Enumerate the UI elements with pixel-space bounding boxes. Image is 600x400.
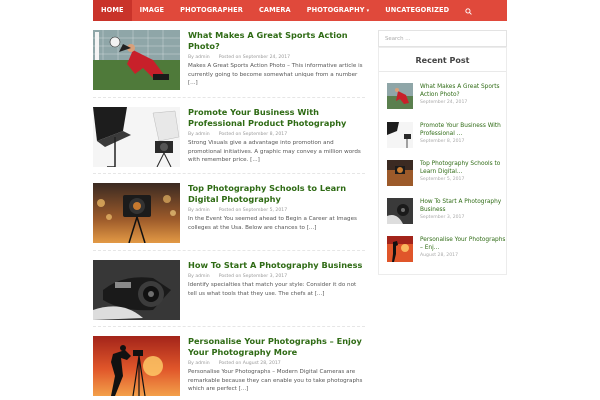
post-body: What Makes A Great Sports Action Photo? … — [188, 30, 366, 88]
search-icon — [465, 8, 472, 15]
post-meta: By admin Posted on September 3, 2017 — [188, 274, 366, 279]
nav-photography-label: PHOTOGRAPHY — [306, 6, 365, 14]
post-thumbnail[interactable] — [93, 336, 180, 396]
recent-post-date: September 3, 2017 — [420, 215, 465, 221]
nav-camera[interactable]: CAMERA — [251, 0, 299, 21]
recent-post-title[interactable]: How To Start A Photography Business — [420, 198, 506, 214]
recent-post-thumbnail[interactable] — [387, 83, 413, 109]
post-body: Personalise Your Photographs – Enjoy You… — [188, 336, 366, 394]
nav-uncategorized[interactable]: UNCATEGORIZED — [377, 0, 457, 21]
recent-post-title[interactable]: What Makes A Great Sports Action Photo? — [420, 83, 506, 99]
post-author[interactable]: By admin — [188, 274, 210, 279]
nav-photography[interactable]: PHOTOGRAPHY ▾ — [299, 0, 378, 21]
nav-search-button[interactable] — [457, 0, 480, 21]
post-body: Promote Your Business With Professional … — [188, 107, 366, 165]
recent-post-text: Top Photography Schools to Learn Digital… — [420, 160, 506, 182]
post-item: What Makes A Great Sports Action Photo? … — [93, 30, 365, 100]
post-excerpt: Makes A Great Sports Action Photo – This… — [188, 63, 363, 87]
post-thumbnail[interactable] — [93, 30, 180, 90]
recent-post-thumbnail[interactable] — [387, 198, 413, 224]
post-author[interactable]: By admin — [188, 55, 210, 60]
recent-post-title[interactable]: Promote Your Business With Professional … — [420, 122, 506, 138]
post-title[interactable]: Personalise Your Photographs – Enjoy You… — [188, 336, 366, 358]
recent-post-date: September 24, 2017 — [420, 100, 468, 106]
post-excerpt: Identify specialties that match your sty… — [188, 282, 357, 297]
recent-post-item: Personalise Your Photographs – Enj... Au… — [387, 236, 505, 264]
post-title[interactable]: Promote Your Business With Professional … — [188, 107, 366, 129]
camera-closeup-image — [93, 260, 180, 320]
main-nav: HOME IMAGE PHOTOGRAPHER CAMERA PHOTOGRAP… — [93, 0, 507, 21]
recent-post-text: How To Start A Photography Business Sept… — [420, 198, 506, 220]
post-divider — [93, 173, 365, 174]
recent-post-text: Personalise Your Photographs – Enj... Au… — [420, 236, 506, 258]
recent-post-text: Promote Your Business With Professional … — [420, 122, 506, 144]
recent-post-thumbnail[interactable] — [387, 122, 413, 148]
post-body: Top Photography Schools to Learn Digital… — [188, 183, 366, 232]
post-date: Posted on September 5, 2017 — [218, 208, 288, 213]
post-divider — [93, 97, 365, 98]
recent-post-date: August 28, 2017 — [420, 253, 458, 259]
sunset-photographer-image — [93, 336, 180, 396]
post-excerpt: Strong Visuals give a advantage into pro… — [188, 140, 361, 164]
post-date: Posted on September 24, 2017 — [218, 55, 291, 60]
recent-posts-title: Recent Post — [415, 56, 470, 65]
recent-post-date: September 5, 2017 — [420, 177, 465, 183]
chevron-down-icon: ▾ — [366, 8, 370, 14]
post-excerpt: In the Event You seemed ahead to Begin a… — [188, 216, 357, 231]
post-meta: By admin Posted on September 8, 2017 — [188, 132, 366, 137]
post-author[interactable]: By admin — [188, 208, 210, 213]
post-author[interactable]: By admin — [188, 361, 210, 366]
recent-post-item: Promote Your Business With Professional … — [387, 122, 505, 150]
nav-photographer[interactable]: PHOTOGRAPHER — [172, 0, 251, 21]
recent-post-item: How To Start A Photography Business Sept… — [387, 198, 505, 226]
product-studio-image — [93, 107, 180, 167]
post-title[interactable]: How To Start A Photography Business — [188, 260, 366, 271]
post-item: How To Start A Photography Business By a… — [93, 260, 365, 330]
post-meta: By admin Posted on September 24, 2017 — [188, 55, 366, 60]
post-thumbnail[interactable] — [93, 107, 180, 167]
recent-post-item: What Makes A Great Sports Action Photo? … — [387, 83, 505, 111]
recent-post-thumbnail[interactable] — [387, 160, 413, 186]
nav-image[interactable]: IMAGE — [132, 0, 173, 21]
recent-post-text: What Makes A Great Sports Action Photo? … — [420, 83, 506, 105]
post-date: Posted on August 28, 2017 — [218, 361, 281, 366]
post-thumbnail[interactable] — [93, 183, 180, 243]
recent-post-title[interactable]: Personalise Your Photographs – Enj... — [420, 236, 506, 252]
post-author[interactable]: By admin — [188, 132, 210, 137]
post-thumbnail[interactable] — [93, 260, 180, 320]
recent-post-thumbnail[interactable] — [387, 236, 413, 262]
post-title[interactable]: Top Photography Schools to Learn Digital… — [188, 183, 366, 205]
nav-home[interactable]: HOME — [93, 0, 132, 21]
sidebar-search-input[interactable]: Search ... — [378, 30, 507, 47]
recent-post-title[interactable]: Top Photography Schools to Learn Digital… — [420, 160, 506, 176]
recent-posts-divider — [379, 71, 506, 72]
post-meta: By admin Posted on September 5, 2017 — [188, 208, 366, 213]
recent-post-item: Top Photography Schools to Learn Digital… — [387, 160, 505, 188]
post-divider — [93, 250, 365, 251]
post-date: Posted on September 8, 2017 — [218, 132, 288, 137]
sports-goalkeeper-image — [93, 30, 180, 90]
recent-posts-widget: Recent Post What Makes A Great Sports Ac… — [378, 47, 507, 275]
recent-post-date: September 8, 2017 — [420, 139, 465, 145]
camera-bokeh-image — [93, 183, 180, 243]
post-title[interactable]: What Makes A Great Sports Action Photo? — [188, 30, 366, 52]
post-excerpt: Personalise Your Photographs – Modern Di… — [188, 369, 363, 393]
post-item: Top Photography Schools to Learn Digital… — [93, 183, 365, 253]
post-item: Promote Your Business With Professional … — [93, 107, 365, 177]
post-item: Personalise Your Photographs – Enjoy You… — [93, 336, 365, 400]
post-divider — [93, 326, 365, 327]
post-meta: By admin Posted on August 28, 2017 — [188, 361, 366, 366]
post-date: Posted on September 3, 2017 — [218, 274, 288, 279]
post-body: How To Start A Photography Business By a… — [188, 260, 366, 298]
